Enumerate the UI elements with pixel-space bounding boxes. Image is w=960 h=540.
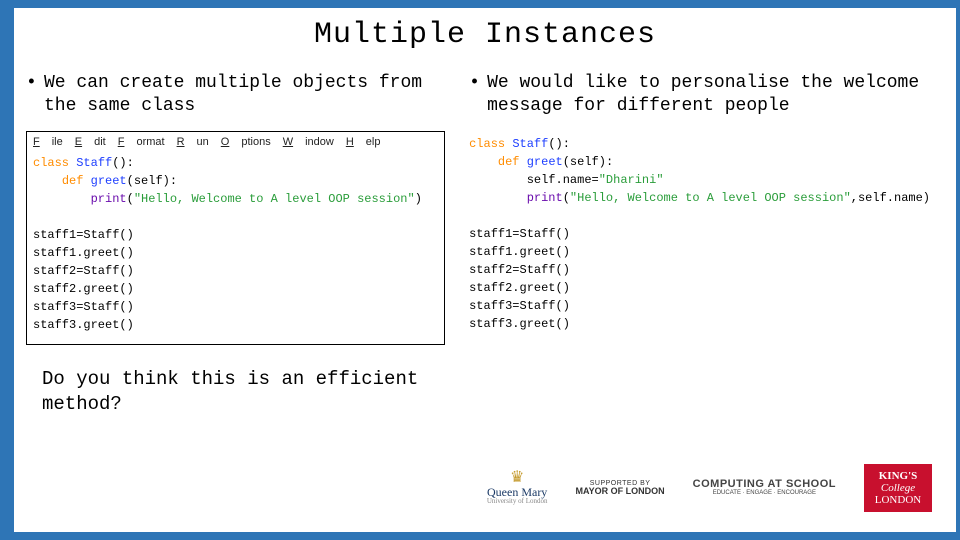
menu-item[interactable]: Format (118, 136, 165, 148)
right-code-box: class Staff(): def greet(self): self.nam… (469, 131, 936, 343)
left-bullet-text: We can create multiple objects from the … (44, 72, 445, 117)
cas-text: COMPUTING AT SCHOOL (693, 479, 836, 490)
editor-menubar: File Edit Format Run Options Window Help (33, 136, 438, 154)
slide-title: Multiple Instances (14, 8, 956, 52)
menu-item[interactable]: Run (177, 136, 209, 148)
left-column: • We can create multiple objects from th… (26, 72, 445, 345)
right-bullet-text: We would like to personalise the welcome… (487, 72, 936, 117)
logo-mayor: SUPPORTED BY MAYOR OF LONDON (576, 480, 665, 496)
bullet-dot: • (469, 72, 487, 117)
left-bullet: • We can create multiple objects from th… (26, 72, 445, 117)
columns: • We can create multiple objects from th… (14, 52, 956, 345)
bullet-dot: • (26, 72, 44, 117)
logo-kcl: KING'S College LONDON (864, 464, 932, 512)
left-code: class Staff(): def greet(self): print("H… (33, 154, 438, 334)
right-column: • We would like to personalise the welco… (469, 72, 936, 345)
logo-row: ♛ Queen Mary University of London SUPPOR… (487, 464, 932, 512)
crown-icon: ♛ (510, 470, 524, 486)
right-bullet: • We would like to personalise the welco… (469, 72, 936, 117)
qmul-sub: University of London (487, 498, 548, 505)
menu-item[interactable]: Help (346, 136, 381, 148)
left-code-box: File Edit Format Run Options Window Help class… (26, 131, 445, 345)
logo-cas: COMPUTING AT SCHOOL EDUCATE · ENGAGE · E… (693, 479, 836, 496)
menu-item[interactable]: File (33, 136, 63, 148)
mol-text: MAYOR OF LONDON (576, 487, 665, 496)
cas-sub: EDUCATE · ENGAGE · ENCOURAGE (713, 490, 816, 496)
kcl-2: College (881, 482, 915, 494)
question-text: Do you think this is an efficient method… (14, 345, 434, 416)
menu-item[interactable]: Window (283, 136, 334, 148)
kcl-1: KING'S (879, 470, 918, 482)
kcl-3: LONDON (875, 494, 921, 506)
menu-item[interactable]: Options (221, 136, 271, 148)
slide: Multiple Instances • We can create multi… (14, 8, 956, 532)
logo-qmul: ♛ Queen Mary University of London (487, 470, 548, 505)
menu-item[interactable]: Edit (75, 136, 106, 148)
right-code: class Staff(): def greet(self): self.nam… (469, 135, 930, 333)
